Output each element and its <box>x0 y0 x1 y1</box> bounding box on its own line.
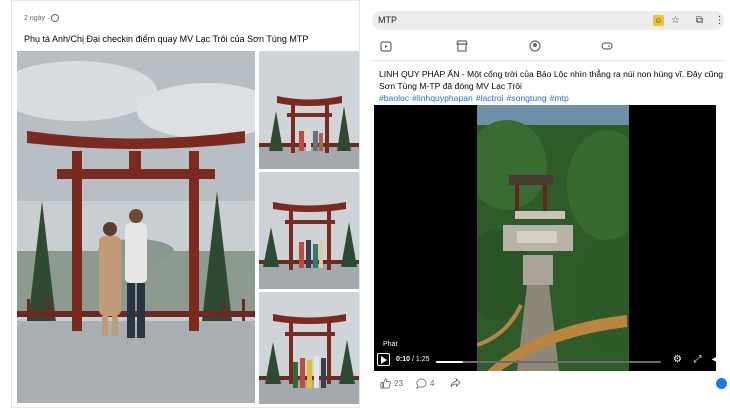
duration: 1:25 <box>415 356 430 363</box>
reaction-like-icon[interactable] <box>716 378 727 389</box>
play-button[interactable] <box>377 353 390 366</box>
hashtag-link[interactable]: #mtp <box>550 93 569 103</box>
post-text: LINH QUY PHÁP ẤN - Một cổng trời của Bảo… <box>379 68 725 104</box>
hashtag-link[interactable]: #lactroi <box>476 93 504 103</box>
post-text-line-2: Sơn Tùng M-TP đã đóng MV Lạc Trôi <box>379 81 522 91</box>
settings-gear-icon[interactable]: ⚙ <box>672 354 683 365</box>
post-timestamp[interactable]: 2 ngày · <box>24 14 60 22</box>
groups-icon[interactable] <box>529 40 541 52</box>
thumbs-up-icon <box>380 378 391 389</box>
hashtag-link[interactable]: #linhquyphapan <box>412 93 473 103</box>
marketplace-icon[interactable] <box>456 40 468 52</box>
extension-icon[interactable]: ☺ <box>653 15 664 26</box>
url-text: MTP <box>378 15 397 25</box>
gaming-icon[interactable] <box>601 40 613 52</box>
facebook-nav-bar <box>372 34 724 61</box>
like-count: 23 <box>394 379 403 388</box>
current-time: 0:10 <box>396 356 411 363</box>
post-actions: 23 4 <box>380 376 727 392</box>
hashtag-link[interactable]: #baoloc <box>379 93 409 103</box>
globe-icon <box>51 14 60 22</box>
facebook-post-left: 2 ngày · Phụ tá Anh/Chị Đại checkin điểm… <box>11 0 360 408</box>
play-label: Phát <box>383 341 398 348</box>
video-progress-bar[interactable] <box>436 361 661 363</box>
browser-window: MTP ☺ ☆ ⧉ ⋮ LINH QUY PHÁP ẤN - Một cổng … <box>366 0 730 416</box>
post-photo-thumb-2[interactable] <box>259 172 359 289</box>
fullscreen-icon[interactable]: ⤢ <box>692 354 703 365</box>
bookmark-star-icon[interactable]: ☆ <box>670 15 681 26</box>
post-text-line-1: LINH QUY PHÁP ẤN - Một cổng trời của Bảo… <box>379 69 725 79</box>
comment-icon <box>416 378 427 389</box>
like-button[interactable]: 23 <box>380 378 403 389</box>
hashtags: #baoloc #linhquyphapan #lactroi #songtung #m… <box>379 92 725 104</box>
comment-count: 4 <box>430 379 435 388</box>
video-frame <box>477 105 629 371</box>
share-button[interactable] <box>450 378 461 389</box>
address-bar[interactable]: MTP ☺ ☆ ⧉ ⋮ <box>372 11 725 30</box>
hashtag-link[interactable]: #songtung <box>507 93 547 103</box>
video-time: 0:10 / 1:25 <box>396 356 430 363</box>
post-photo-thumb-3[interactable] <box>259 292 359 404</box>
share-icon <box>450 378 461 388</box>
video-icon[interactable] <box>380 40 392 52</box>
video-player[interactable]: Phát 0:10 / 1:25 ⚙ ⤢ ◀ <box>374 105 716 371</box>
volume-icon[interactable]: ◀ <box>710 354 716 365</box>
post-photo-main[interactable] <box>17 51 255 403</box>
post-caption: Phụ tá Anh/Chị Đại checkin điểm quay MV … <box>24 34 309 44</box>
comment-button[interactable]: 4 <box>416 378 434 389</box>
video-progress-fill <box>436 361 463 363</box>
post-time-text: 2 ngày · <box>24 14 50 22</box>
post-photo-thumb-1[interactable] <box>259 51 359 169</box>
browser-menu-icon[interactable]: ⋮ <box>714 15 725 26</box>
extensions-puzzle-icon[interactable]: ⧉ <box>694 15 705 26</box>
